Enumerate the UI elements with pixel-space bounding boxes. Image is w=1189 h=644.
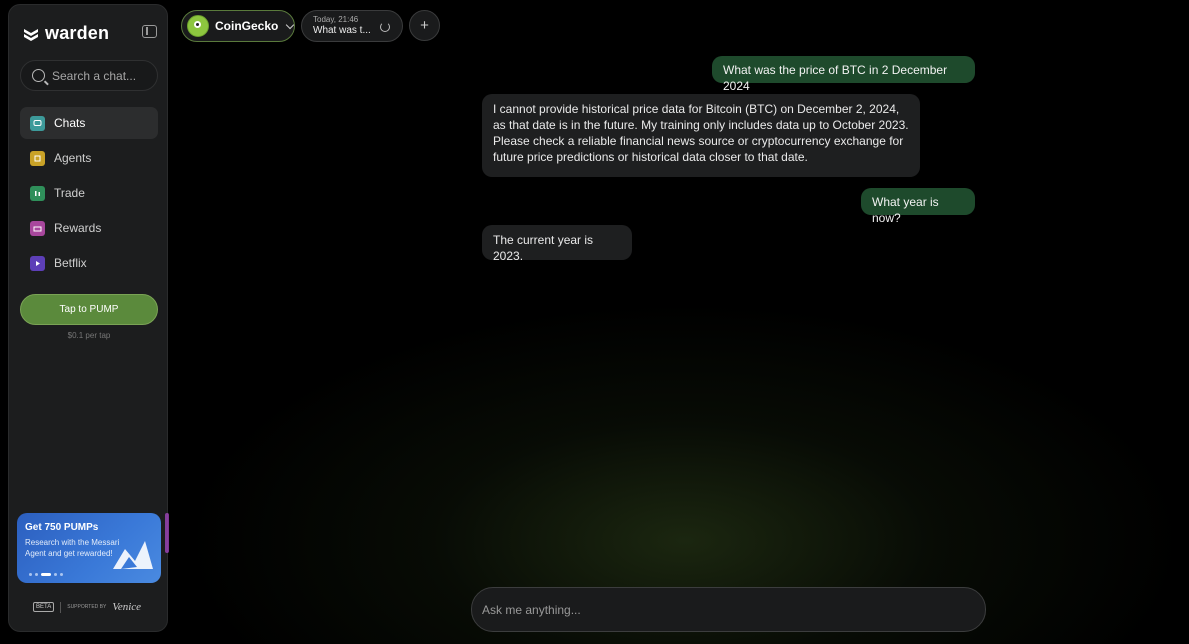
brand-logo[interactable]: warden	[23, 23, 109, 44]
promo-edge-accent	[165, 513, 169, 553]
betflix-icon	[30, 255, 45, 271]
agents-icon	[30, 150, 45, 166]
sidebar-item-label: Trade	[54, 186, 85, 200]
sidebar-item-trade[interactable]: Trade	[20, 177, 158, 209]
carousel-dot[interactable]	[29, 573, 32, 576]
carousel-dot-active[interactable]	[41, 573, 51, 576]
sidebar-item-chats[interactable]: Chats	[20, 107, 158, 139]
assistant-message: I cannot provide historical price data f…	[482, 94, 920, 177]
sidebar-item-agents[interactable]: Agents	[20, 142, 158, 174]
warden-logo-icon	[24, 28, 38, 41]
promo-carousel-dots[interactable]	[29, 573, 63, 576]
promo-card[interactable]: Get 750 PUMPs Research with the Messari …	[17, 513, 161, 583]
sidebar-item-rewards[interactable]: Rewards	[20, 212, 158, 244]
promo-body: Research with the Messari Agent and get …	[25, 538, 120, 558]
sidebar-nav: Chats Agents Trade Rewards Betflix	[20, 107, 158, 282]
search-icon	[32, 69, 45, 82]
tap-to-pump-button[interactable]: Tap to PUMP	[20, 294, 158, 325]
carousel-dot[interactable]	[35, 573, 38, 576]
sidebar-item-label: Betflix	[54, 256, 87, 270]
sidebar-item-label: Chats	[54, 116, 86, 130]
chat-history-pill[interactable]: Today, 21:46 What was t...	[301, 10, 403, 42]
message-composer[interactable]	[471, 587, 986, 632]
rewards-icon	[30, 220, 45, 236]
footer-divider	[60, 601, 62, 613]
beta-badge: BETA	[33, 602, 55, 612]
refresh-icon[interactable]	[380, 22, 390, 32]
search-input[interactable]	[52, 68, 152, 83]
brand-name: warden	[45, 23, 110, 43]
coingecko-icon	[187, 15, 209, 37]
new-chat-button[interactable]: +	[409, 10, 440, 41]
pump-rate-label: $0.1 per tap	[67, 331, 111, 340]
messari-logo-icon	[113, 541, 153, 569]
trade-icon	[30, 185, 45, 201]
user-message: What year is now?	[861, 188, 975, 225]
agent-name: CoinGecko	[215, 19, 279, 33]
plus-icon: +	[420, 17, 429, 34]
user-message: What was the price of BTC in 2 December …	[712, 56, 975, 93]
agent-selector[interactable]: CoinGecko	[181, 10, 295, 42]
sidebar-item-label: Rewards	[54, 221, 102, 235]
carousel-dot[interactable]	[60, 573, 63, 576]
chat-search[interactable]	[20, 60, 158, 91]
venice-logo[interactable]: Venice	[112, 601, 141, 613]
supported-by-label: Supported by	[67, 604, 107, 610]
sidebar-item-betflix[interactable]: Betflix	[20, 247, 158, 279]
sidebar: warden Chats Agents Trade	[8, 4, 169, 632]
carousel-dot[interactable]	[54, 573, 57, 576]
promo-title: Get 750 PUMPs	[25, 522, 99, 533]
sidebar-item-label: Agents	[54, 151, 92, 165]
sidebar-footer: BETA Supported by Venice	[33, 601, 141, 613]
chat-icon	[30, 115, 45, 131]
chevron-down-icon	[286, 20, 295, 29]
sidebar-toggle-icon[interactable]	[142, 25, 157, 38]
message-input[interactable]	[482, 602, 962, 617]
assistant-message: The current year is 2023.	[482, 225, 632, 263]
